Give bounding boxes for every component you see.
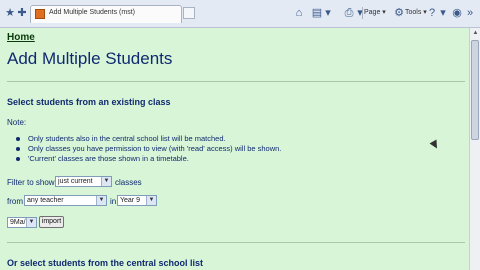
notes-list: Only students also in the central school… [16,134,281,164]
divider [7,242,465,243]
home-icon[interactable]: ⌂ [293,7,305,19]
filter-suffix: classes [115,178,142,187]
page-menu-label: Page [364,9,381,16]
favorites-star-icon[interactable]: ★ [4,7,16,19]
feeds-dropdown-icon[interactable]: ▾ [322,7,334,19]
page-content: Home Add Multiple Students Select studen… [0,28,469,270]
research-icon[interactable]: ◉ [451,7,463,19]
browser-toolbar: ★ ✚ Add Multiple Students (mst) ⌂ ▤ ▾ ⎙ … [0,0,480,28]
in-label: in [110,197,117,206]
import-button[interactable]: import [39,216,64,228]
class-select[interactable]: 9Ma/ ▼ [7,217,37,228]
filter-select-value: just current [58,178,93,185]
chevron-down-icon: ▼ [101,177,111,186]
year-select[interactable]: Year 9 ▼ [117,195,157,206]
section-heading-existing-class: Select students from an existing class [7,97,171,107]
teacher-select-value: any teacher [27,197,64,204]
filter-select[interactable]: just current ▼ [55,176,112,187]
toolbar-overflow-icon[interactable]: » [464,7,476,19]
page-title: Add Multiple Students [7,49,173,68]
tools-menu-label: Tools [405,9,422,16]
note-item: Only students also in the central school… [16,134,281,144]
home-link[interactable]: Home [7,32,35,43]
tools-menu[interactable]: Tools ▾ [405,6,427,20]
scroll-up-icon[interactable]: ▲ [471,29,480,38]
help-dropdown-icon[interactable]: ▾ [437,7,449,19]
teacher-select[interactable]: any teacher ▼ [24,195,107,206]
scrollbar-thumb[interactable] [471,40,479,140]
page-menu[interactable]: Page ▾ [364,6,386,20]
add-favorites-icon[interactable]: ✚ [16,7,28,19]
chevron-down-icon: ▼ [146,196,156,205]
site-favicon-icon [35,9,45,19]
year-select-value: Year 9 [120,197,140,204]
vertical-scrollbar[interactable]: ▲ [469,28,480,270]
divider [7,81,465,82]
tools-icon: ⚙ [394,7,404,19]
note-item: 'Current' classes are those shown in a t… [16,154,281,164]
from-label: from [7,197,23,206]
chevron-down-icon: ▼ [26,218,36,227]
section-heading-central-list: Or select students from the central scho… [7,258,204,268]
new-tab-button[interactable] [183,7,195,19]
note-label: Note: [7,118,27,127]
tab-title: Add Multiple Students (mst) [49,9,135,16]
chevron-down-icon: ▼ [96,196,106,205]
toolbar-divider [362,7,363,19]
class-select-value: 9Ma/ [10,219,26,226]
note-item: Only classes you have permission to view… [16,144,281,154]
browser-tab[interactable]: Add Multiple Students (mst) [30,5,182,23]
filter-label: Filter to show [7,178,55,187]
